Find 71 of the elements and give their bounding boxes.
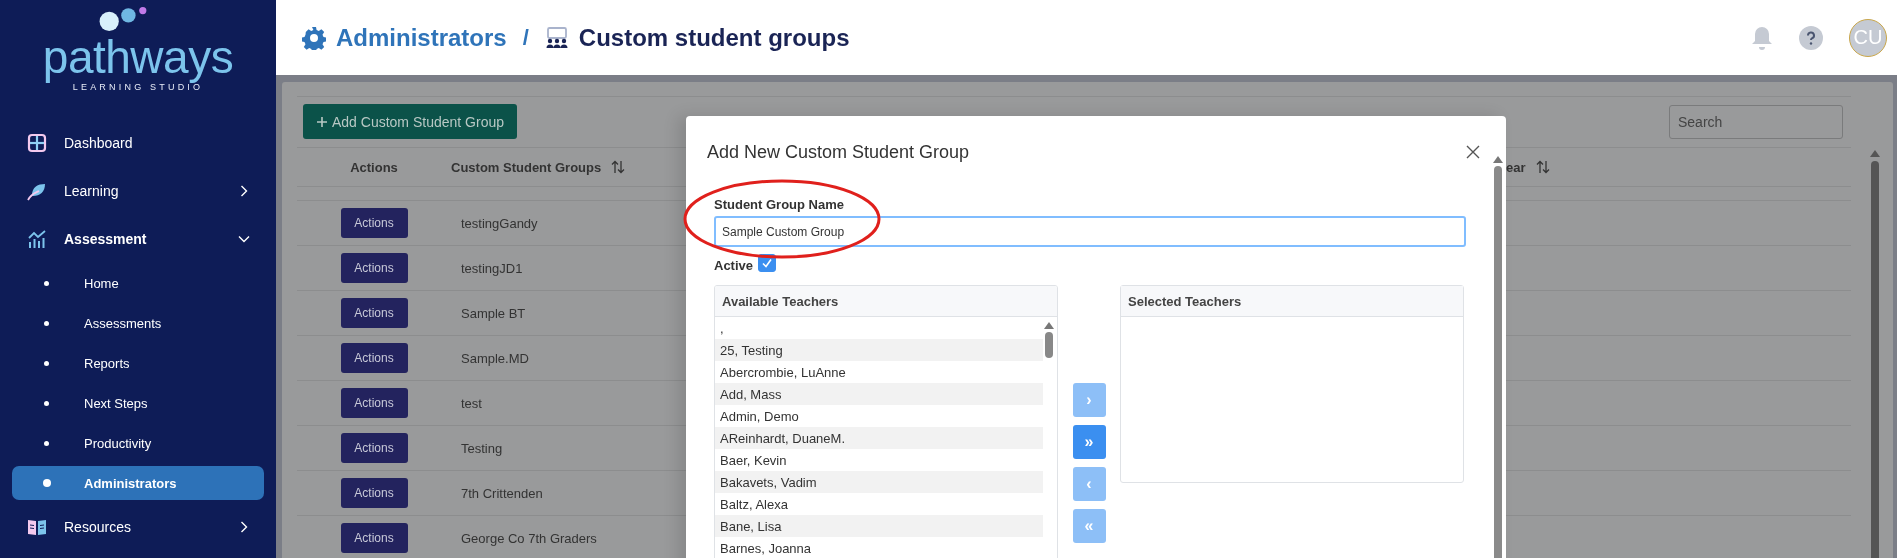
book-icon [27, 517, 47, 537]
sidebar-item[interactable]: Learning [0, 167, 276, 215]
group-icon [544, 25, 569, 50]
column-header[interactable]: ear [1506, 159, 1526, 175]
add-group-button[interactable]: Add Custom Student Group [303, 104, 517, 139]
teacher-item[interactable]: Admin, Demo [715, 405, 1043, 427]
teacher-item[interactable]: Barnes, Joanna [715, 537, 1043, 558]
scroll-up-icon[interactable] [1870, 150, 1880, 157]
actions-button[interactable]: Actions [340, 208, 408, 238]
scroll-up-icon[interactable] [1044, 322, 1054, 329]
sidebar-item[interactable]: Resources [0, 503, 276, 551]
sidebar-item[interactable]: Assessment [0, 215, 276, 263]
actions-button[interactable]: Actions [340, 298, 408, 328]
actions-button[interactable]: Actions [340, 433, 408, 463]
check-icon [761, 257, 774, 269]
actions-button[interactable]: Actions [340, 343, 408, 373]
checkbox-label: Active [714, 258, 754, 273]
close-icon[interactable] [1466, 145, 1480, 159]
teacher-item[interactable]: Baltz, Alexa [715, 493, 1043, 515]
list-header: Available Teachers [715, 286, 1057, 317]
column-header[interactable]: Actions [350, 159, 398, 175]
sidebar-subitem[interactable]: Productivity [12, 426, 264, 460]
search-field[interactable]: Search [1669, 104, 1843, 139]
sort-icon[interactable] [1535, 160, 1550, 174]
sidebar-subitem[interactable]: Next Steps [12, 386, 264, 420]
teacher-item[interactable]: 25, Testing [715, 339, 1043, 361]
sidebar-subitem[interactable]: Home [12, 266, 264, 300]
page-title: Custom student groups [578, 23, 850, 52]
group-name-field[interactable]: Sample Custom Group [714, 216, 1466, 247]
teacher-item[interactable]: Bane, Lisa [715, 515, 1043, 537]
chart-icon [27, 229, 47, 249]
sidebar-subitem[interactable]: Assessments [12, 306, 264, 340]
table-cell-text: 7th Crittenden [460, 485, 543, 501]
table-cell-text: Sample BT [460, 305, 526, 321]
help-icon[interactable] [1799, 25, 1823, 50]
teacher-item[interactable]: AReinhardt, DuaneM. [715, 427, 1043, 449]
table-cell-text: testingJD1 [460, 260, 523, 276]
table-cell-text: George Co 7th Graders [460, 530, 597, 546]
actions-button[interactable]: Actions [340, 253, 408, 283]
scrollbar[interactable] [1045, 322, 1053, 358]
sidebar-item[interactable]: Dashboard [0, 119, 276, 167]
teacher-item[interactable]: , [715, 317, 1043, 339]
plus-icon [316, 115, 328, 128]
scrollbar[interactable] [1870, 150, 1880, 558]
leaf-icon [27, 181, 47, 201]
field-label: Student Group Name [714, 197, 844, 212]
column-header[interactable]: Custom Student Groups [451, 159, 602, 175]
logo-tagline: LEARNING STUDIO [72, 82, 204, 92]
logo-wordmark: pathways [42, 32, 234, 82]
grid-icon [27, 133, 47, 153]
teacher-item[interactable]: Bakavets, Vadim [715, 471, 1043, 493]
actions-button[interactable]: Actions [340, 523, 408, 553]
dialog-title: Add New Custom Student Group [707, 141, 970, 163]
actions-button[interactable]: Actions [340, 388, 408, 418]
sidebar-subitem[interactable]: Administrators [12, 466, 264, 500]
table-cell-text: test [460, 395, 482, 411]
teacher-item[interactable]: Add, Mass [715, 383, 1043, 405]
breadcrumb-separator: / [522, 24, 529, 51]
gear-icon [302, 25, 326, 50]
breadcrumb-link[interactable]: Administrators [336, 23, 507, 52]
scrollbar[interactable] [1493, 156, 1503, 558]
actions-button[interactable]: Actions [340, 478, 408, 508]
table-cell-text: testingGandy [460, 215, 538, 231]
table-cell-text: Sample.MD [460, 350, 529, 366]
teacher-item[interactable]: Abercrombie, LuAnne [715, 361, 1043, 383]
teacher-item[interactable]: Baer, Kevin [715, 449, 1043, 471]
list-header: Selected Teachers [1121, 286, 1463, 317]
scroll-up-icon[interactable] [1493, 156, 1503, 163]
sort-icon[interactable] [611, 160, 626, 174]
sidebar-subitem[interactable]: Reports [12, 346, 264, 380]
table-cell-text: Testing [460, 440, 503, 456]
